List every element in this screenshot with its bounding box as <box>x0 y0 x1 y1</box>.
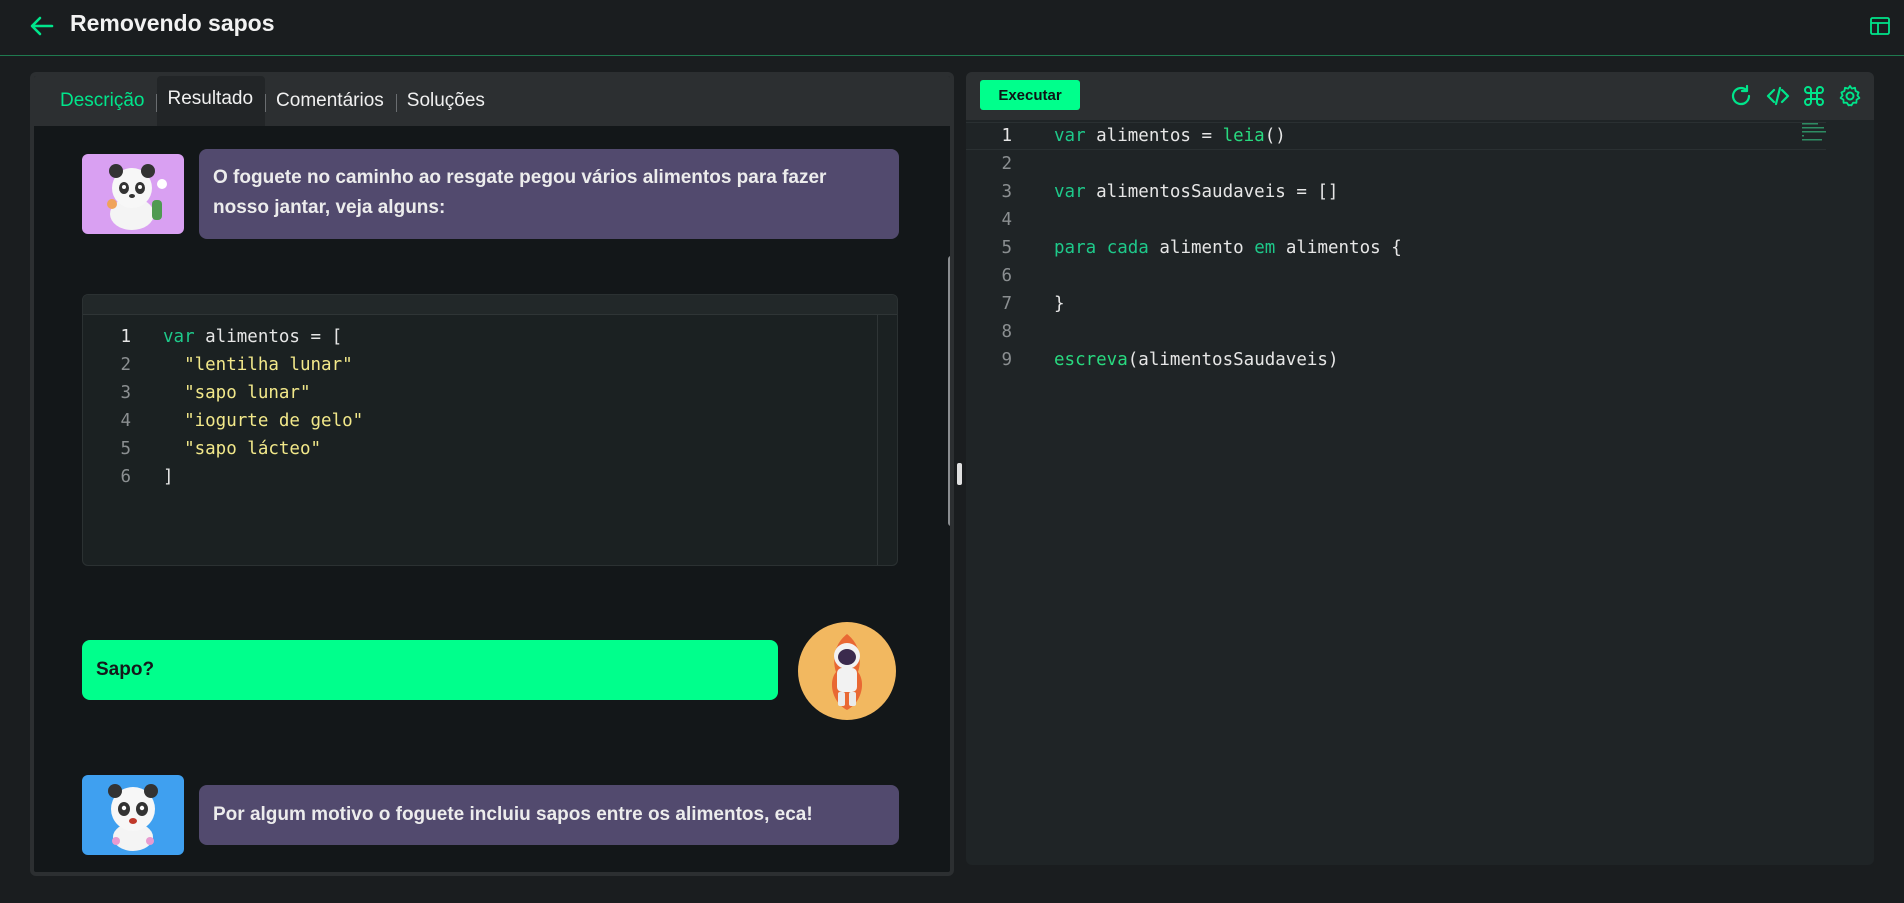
code-line: 5 "sapo lácteo" <box>83 435 883 463</box>
tab-bar: Descrição Resultado Comentários Soluções <box>34 76 950 126</box>
code-keyword: cada <box>1106 238 1149 258</box>
editor-toolbar: Executar <box>966 72 1874 120</box>
panda-icon <box>107 164 167 230</box>
code-text: alimentos = [ <box>194 327 343 347</box>
code-line: 6 ] <box>83 463 883 491</box>
tab-comentarios[interactable]: Comentários <box>266 86 396 126</box>
code-text: } <box>1054 294 1065 314</box>
code-text: (alimentosSaudaveis) <box>1127 350 1339 370</box>
editor-line[interactable]: 3 var alimentosSaudaveis = [] <box>966 178 1874 206</box>
code-text: alimentos { <box>1275 238 1402 258</box>
panda-avatar <box>82 154 184 234</box>
code-function: escreva <box>1054 350 1128 370</box>
message-bubble: Por algum motivo o foguete incluiu sapos… <box>199 785 899 845</box>
line-number: 7 <box>1001 294 1012 314</box>
editor-line[interactable]: 5 para cada alimento em alimentos { <box>966 234 1874 262</box>
code-text: alimento <box>1148 238 1255 258</box>
line-number: 5 <box>1001 238 1012 258</box>
code-text: ] <box>163 467 174 487</box>
line-number: 2 <box>120 355 131 375</box>
message-bubble: Sapo? <box>82 640 778 700</box>
command-icon[interactable] <box>1802 84 1826 108</box>
code-line: 3 "sapo lunar" <box>83 379 883 407</box>
tab-descricao[interactable]: Descrição <box>50 86 156 126</box>
example-code-block: 1 var alimentos = [ 2 "lentilha lunar" 3… <box>82 294 898 566</box>
scrollbar[interactable] <box>948 256 950 526</box>
line-number: 3 <box>120 383 131 403</box>
code-text: () <box>1264 126 1286 146</box>
editor-line[interactable]: 8 <box>966 318 1874 346</box>
editor-minimap[interactable] <box>1802 122 1830 142</box>
code-line: 2 "lentilha lunar" <box>83 351 883 379</box>
line-number: 5 <box>120 439 131 459</box>
editor-line[interactable]: 6 <box>966 262 1874 290</box>
code-string: "sapo lácteo" <box>184 439 322 459</box>
line-number: 4 <box>120 411 131 431</box>
page-title: Removendo sapos <box>70 10 275 36</box>
astronaut-avatar <box>798 622 896 720</box>
code-line: 4 "iogurte de gelo" <box>83 407 883 435</box>
editor-line[interactable]: 2 <box>966 150 1874 178</box>
arrow-left-icon[interactable] <box>28 14 56 38</box>
code-string: "lentilha lunar" <box>184 355 353 375</box>
code-string: "iogurte de gelo" <box>184 411 364 431</box>
description-panel: Descrição Resultado Comentários Soluções… <box>30 72 954 876</box>
code-icon[interactable] <box>1766 84 1790 108</box>
line-number: 1 <box>120 327 131 347</box>
editor-line[interactable]: 1 var alimentos = leia() <box>966 122 1874 150</box>
astronaut-icon <box>831 634 863 710</box>
code-keyword: var <box>1054 126 1086 146</box>
code-function: leia <box>1222 126 1265 146</box>
tab-solucoes[interactable]: Soluções <box>397 86 497 126</box>
message-bubble: O foguete no caminho ao resgate pegou vá… <box>199 149 899 239</box>
refresh-icon[interactable] <box>1729 84 1753 108</box>
code-block-header <box>83 295 897 315</box>
code-editor-panel: Executar 1 var alimentos = leia() 2 3 va… <box>966 72 1874 865</box>
panda-avatar <box>82 775 184 855</box>
line-number: 3 <box>1001 182 1012 202</box>
panel-resize-handle[interactable] <box>957 463 962 485</box>
line-number: 9 <box>1001 350 1012 370</box>
code-string: "sapo lunar" <box>184 383 311 403</box>
editor-line[interactable]: 7 } <box>966 290 1874 318</box>
line-number: 6 <box>120 467 131 487</box>
code-vertical-guide <box>877 315 878 565</box>
code-keyword: var <box>1054 182 1086 202</box>
layout-panel-icon[interactable] <box>1868 14 1892 38</box>
top-bar: Removendo sapos <box>0 0 1904 56</box>
panda-icon <box>108 784 158 851</box>
run-button[interactable]: Executar <box>980 80 1080 110</box>
settings-icon[interactable] <box>1838 84 1862 108</box>
line-number: 6 <box>1001 266 1012 286</box>
code-line: 1 var alimentos = [ <box>83 323 883 351</box>
line-number: 4 <box>1001 210 1012 230</box>
line-number: 1 <box>1001 126 1012 146</box>
line-number: 2 <box>1001 154 1012 174</box>
tab-resultado[interactable]: Resultado <box>157 76 266 126</box>
code-keyword: em <box>1254 238 1276 258</box>
editor-line[interactable]: 4 <box>966 206 1874 234</box>
editor-line[interactable]: 9 escreva(alimentosSaudaveis) <box>966 346 1874 374</box>
code-text: alimentosSaudaveis = [] <box>1085 182 1339 202</box>
code-text: alimentos = <box>1085 126 1223 146</box>
code-keyword: para <box>1054 238 1097 258</box>
code-keyword: var <box>163 327 195 347</box>
line-number: 8 <box>1001 322 1012 342</box>
